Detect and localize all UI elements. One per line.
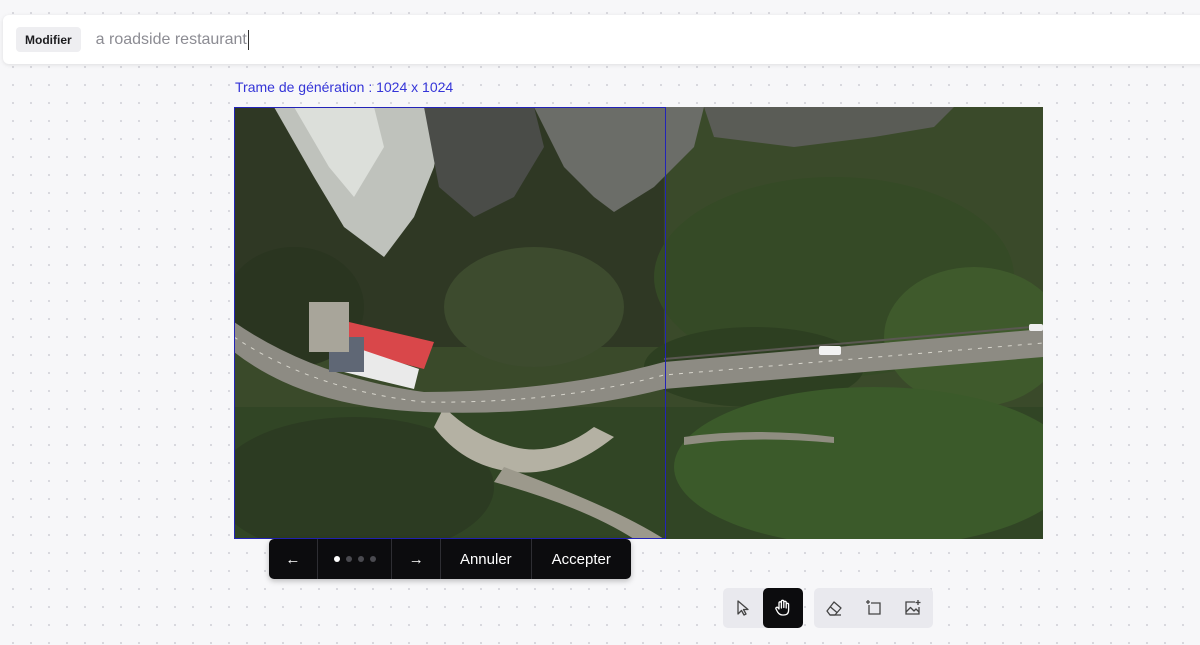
mode-badge[interactable]: Modifier bbox=[16, 27, 81, 52]
text-caret bbox=[247, 29, 249, 50]
expand-frame-tool-button[interactable] bbox=[854, 588, 894, 628]
arrow-left-icon: ← bbox=[285, 550, 301, 568]
select-arrow-icon bbox=[737, 600, 749, 616]
variant-dot-active[interactable] bbox=[333, 556, 340, 562]
accept-button[interactable]: Accepter bbox=[532, 539, 631, 579]
previous-variant-button[interactable]: ← bbox=[269, 539, 318, 579]
variant-dot[interactable] bbox=[345, 556, 352, 562]
add-image-tool-button[interactable] bbox=[893, 588, 933, 628]
pan-tool-button[interactable] bbox=[763, 588, 803, 628]
add-image-icon bbox=[905, 600, 921, 615]
tool-group-navigation bbox=[723, 588, 803, 628]
next-variant-button[interactable]: → bbox=[392, 539, 442, 579]
prompt-input[interactable]: a roadside restaurant bbox=[95, 29, 249, 50]
eraser-tool-button[interactable] bbox=[814, 588, 854, 628]
tool-group-edit bbox=[814, 588, 933, 628]
expand-frame-icon bbox=[865, 600, 881, 615]
variant-nav-bar: ← → Annuler Accepter bbox=[269, 539, 631, 579]
prompt-bar: Modifier a roadside restaurant bbox=[3, 15, 1200, 64]
hand-pan-icon bbox=[775, 599, 790, 616]
generation-frame-label: Trame de génération : 1024 x 1024 bbox=[235, 79, 454, 95]
aerial-photo bbox=[234, 107, 1043, 539]
arrow-right-icon: → bbox=[408, 550, 424, 568]
cancel-button[interactable]: Annuler bbox=[441, 539, 532, 579]
variant-dot[interactable] bbox=[357, 556, 364, 562]
prompt-input-text: a roadside restaurant bbox=[95, 30, 247, 48]
eraser-icon bbox=[826, 601, 842, 616]
variant-dot[interactable] bbox=[369, 556, 376, 562]
select-tool-button[interactable] bbox=[723, 588, 763, 628]
canvas-image[interactable] bbox=[234, 107, 1043, 539]
variant-pager bbox=[318, 539, 393, 579]
